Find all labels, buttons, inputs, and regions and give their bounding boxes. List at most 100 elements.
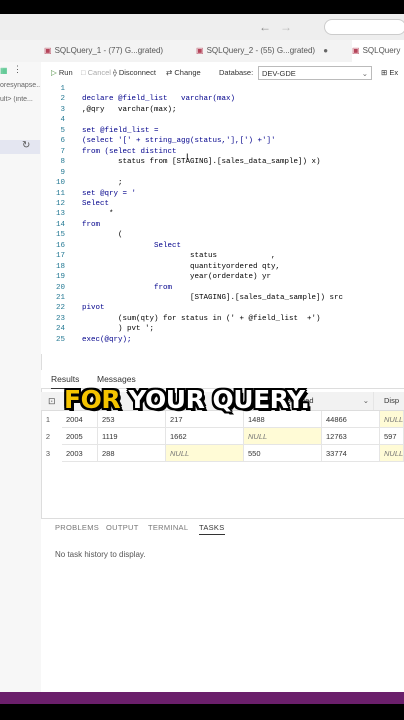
table-cell[interactable]: 2005	[62, 428, 98, 445]
code-line: status ,	[82, 252, 276, 261]
code-line: exec(@qry);	[82, 335, 132, 344]
line-number: 14	[55, 220, 65, 229]
video-caption: FOR YOUR QUERY.	[64, 385, 310, 414]
line-number: 3	[60, 105, 65, 114]
row-number: 2	[45, 432, 51, 441]
code-line: (	[82, 231, 123, 240]
chevron-down-icon: ⌄	[362, 396, 369, 405]
line-number: 5	[60, 126, 65, 135]
code-line: ;	[82, 179, 123, 188]
object-explorer-panel	[0, 62, 42, 692]
tab-tasks[interactable]: TASKS	[199, 523, 225, 535]
cancel-button[interactable]: □ Cancel	[81, 62, 111, 84]
database-node-label[interactable]: ult> (inte...	[0, 96, 40, 103]
table-cell[interactable]: 12763	[322, 428, 380, 445]
grid-icon: ▦	[0, 66, 8, 75]
line-number: 23	[55, 314, 65, 323]
refresh-icon[interactable]: ↻	[22, 140, 30, 151]
code-line: pivot	[82, 304, 105, 313]
tab-sqlquery-1[interactable]: ▣ SQLQuery_1 - (77) G...grated)	[44, 40, 192, 62]
tab-output[interactable]: OUTPUT	[106, 523, 139, 532]
select-all-icon[interactable]: ⊡	[48, 396, 56, 407]
tab-sqlquery-2[interactable]: ▣ SQLQuery_2 - (55) G...grated) ●	[196, 40, 346, 62]
line-number: 20	[55, 283, 65, 292]
search-box[interactable]	[324, 19, 404, 35]
explain-icon: ⊞	[381, 68, 388, 77]
server-node-label[interactable]: oresynapse...	[0, 82, 40, 89]
line-number: 11	[55, 189, 65, 198]
status-bar	[0, 692, 404, 704]
table-cell[interactable]: 2003	[62, 445, 98, 462]
line-number: 24	[55, 325, 65, 334]
forward-arrow-icon[interactable]: →	[280, 20, 292, 34]
top-black-bar	[0, 0, 404, 14]
line-number: 10	[55, 179, 65, 188]
chevron-down-icon: ⌄	[361, 69, 368, 78]
database-label: Database:	[219, 68, 254, 77]
line-number: 2	[60, 95, 65, 104]
stop-icon: □	[81, 68, 86, 77]
line-number: 9	[60, 168, 65, 177]
code-line: (sum(qty) for status in (' + @field_list…	[82, 314, 321, 323]
disconnect-button[interactable]: ⟠ Disconnect	[113, 62, 156, 84]
table-cell[interactable]: 1119	[98, 428, 166, 445]
line-number: 21	[55, 294, 65, 302]
code-editor[interactable]	[41, 84, 404, 354]
line-number: 25	[55, 335, 65, 344]
play-icon: ▷	[51, 68, 57, 77]
line-number: 22	[55, 304, 65, 313]
code-line: ,@qry varchar(max);	[82, 105, 177, 114]
code-line: (select '[' + string_agg(status,'],[') +…	[82, 137, 276, 146]
line-number: 15	[55, 231, 65, 240]
code-line: Select	[82, 241, 182, 250]
line-number: 19	[55, 273, 65, 282]
code-line: year(orderdate) yr	[82, 273, 272, 282]
table-cell[interactable]: NULL	[380, 445, 404, 462]
line-number: 16	[55, 241, 65, 250]
line-number: 13	[55, 210, 65, 219]
table-cell[interactable]: NULL	[380, 411, 404, 428]
close-dot-icon[interactable]: ●	[323, 46, 328, 55]
tab-terminal[interactable]: TERMINAL	[148, 523, 188, 532]
row-number: 3	[45, 449, 51, 458]
query-toolbar: ▷ Run □ Cancel ⟠ Disconnect ⇄ Change Dat…	[41, 62, 404, 85]
table-cell[interactable]: NULL	[166, 445, 244, 462]
table-cell[interactable]: 1662	[166, 428, 244, 445]
change-connection-button[interactable]: ⇄ Change	[166, 62, 201, 84]
table-cell[interactable]: NULL	[244, 428, 322, 445]
tab-sqlquery-active[interactable]: ▣ SQLQuery	[352, 40, 404, 62]
table-cell[interactable]: 597	[380, 428, 404, 445]
plug-icon: ⟠	[113, 68, 117, 77]
line-number: 18	[55, 262, 65, 271]
more-icon[interactable]: ⋮	[13, 64, 22, 75]
line-number: 12	[55, 199, 65, 208]
column-header-disputed[interactable]: Disp	[380, 392, 404, 410]
text-cursor-icon: I	[186, 152, 189, 162]
line-number: 4	[60, 116, 65, 125]
sql-file-icon: ▣	[44, 46, 52, 55]
code-line: from	[82, 283, 173, 292]
line-number: 7	[60, 147, 65, 156]
table-cell[interactable]: 288	[98, 445, 166, 462]
run-button[interactable]: ▷ Run	[51, 62, 73, 84]
database-select[interactable]: DEV-GDE ⌄	[258, 66, 372, 80]
table-cell[interactable]: 33774	[322, 445, 380, 462]
change-icon: ⇄	[166, 68, 173, 77]
code-line: Select	[82, 199, 110, 208]
selected-node[interactable]	[0, 140, 40, 154]
line-number: 17	[55, 252, 65, 261]
line-number: 8	[60, 158, 65, 167]
back-arrow-icon[interactable]: ←	[259, 20, 271, 34]
table-cell[interactable]: 550	[244, 445, 322, 462]
tab-problems[interactable]: PROBLEMS	[55, 523, 99, 532]
sql-file-icon: ▣	[352, 46, 360, 55]
code-line: quantityordered qty,	[82, 262, 281, 271]
bottom-panel	[41, 518, 404, 693]
sql-file-icon: ▣	[196, 46, 204, 55]
table-cell[interactable]: 44866	[322, 411, 380, 428]
code-line: set @qry = '	[82, 189, 137, 198]
explain-button[interactable]: ⊞ Ex	[381, 62, 398, 84]
code-line: set @field_list =	[82, 126, 159, 135]
code-line: *	[82, 210, 114, 219]
code-line: status from [STAGING].[sales_data_sample…	[82, 158, 321, 167]
